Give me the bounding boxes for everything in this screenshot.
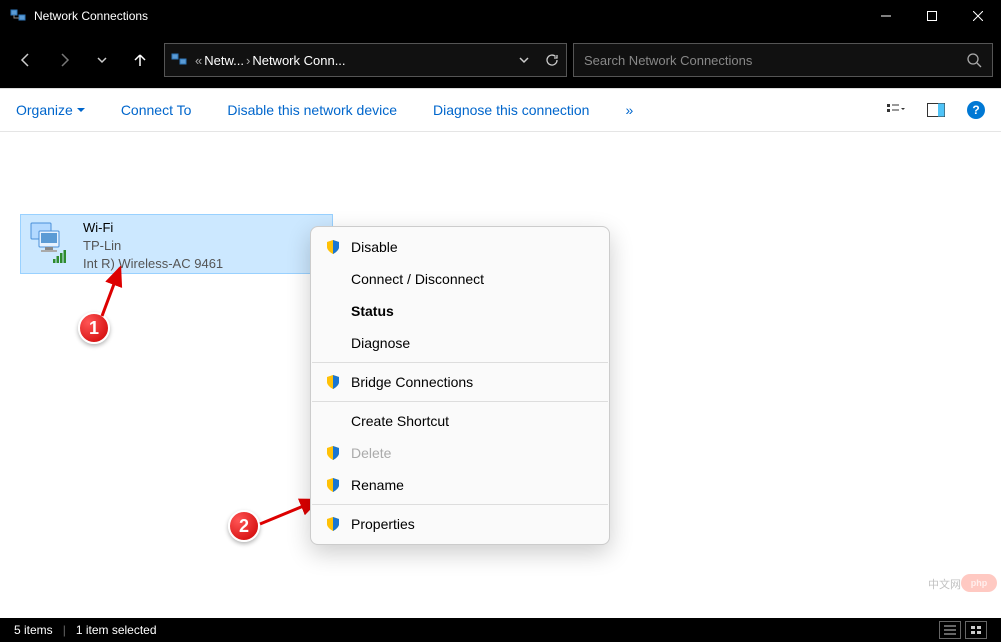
menu-create-shortcut[interactable]: Create Shortcut [311, 405, 609, 437]
menu-diagnose[interactable]: Diagnose [311, 327, 609, 359]
minimize-button[interactable] [863, 0, 909, 32]
menu-label: Disable [351, 239, 398, 255]
breadcrumb-seg2[interactable]: Network Conn... [252, 53, 345, 68]
status-separator: | [63, 623, 66, 637]
more-commands-button[interactable]: » [625, 102, 633, 118]
search-box[interactable] [573, 43, 993, 77]
toolbar-label: Organize [16, 102, 73, 118]
menu-bridge[interactable]: Bridge Connections [311, 366, 609, 398]
shield-icon [325, 239, 341, 255]
content-area: Wi-Fi TP-Lin Int R) Wireless-AC 9461 1 2… [0, 132, 1001, 618]
wifi-adapter-item[interactable]: Wi-Fi TP-Lin Int R) Wireless-AC 9461 [20, 214, 333, 274]
title-bar: Network Connections [0, 0, 1001, 32]
up-button[interactable] [122, 42, 158, 78]
search-icon[interactable] [966, 52, 982, 68]
menu-label: Diagnose [351, 335, 410, 351]
search-input[interactable] [584, 53, 966, 68]
menu-properties[interactable]: Properties [311, 508, 609, 540]
menu-connect-disconnect[interactable]: Connect / Disconnect [311, 263, 609, 295]
menu-label: Create Shortcut [351, 413, 449, 429]
toolbar-label: Diagnose this connection [433, 102, 589, 118]
shield-icon [325, 516, 341, 532]
forward-button[interactable] [46, 42, 82, 78]
view-options-icon[interactable] [887, 103, 905, 117]
menu-label: Bridge Connections [351, 374, 473, 390]
disable-device-button[interactable]: Disable this network device [227, 102, 397, 118]
toolbar-label: Disable this network device [227, 102, 397, 118]
preview-pane-icon[interactable] [927, 103, 945, 117]
menu-label: Status [351, 303, 394, 319]
menu-label: Delete [351, 445, 391, 461]
details-view-button[interactable] [939, 621, 961, 639]
navigation-bar: « Netw... › Network Conn... [0, 32, 1001, 88]
window-title: Network Connections [34, 9, 863, 23]
menu-separator [312, 362, 608, 363]
diagnose-button[interactable]: Diagnose this connection [433, 102, 589, 118]
organize-button[interactable]: Organize [16, 102, 85, 118]
network-connections-icon [10, 8, 26, 24]
icons-view-button[interactable] [965, 621, 987, 639]
connect-to-button[interactable]: Connect To [121, 102, 192, 118]
shield-icon [325, 374, 341, 390]
command-bar: Organize Connect To Disable this network… [0, 88, 1001, 132]
menu-disable[interactable]: Disable [311, 231, 609, 263]
shield-icon [325, 445, 341, 461]
status-bar: 5 items | 1 item selected [0, 618, 1001, 642]
menu-label: Properties [351, 516, 415, 532]
toolbar-label: Connect To [121, 102, 192, 118]
status-selected-count: 1 item selected [76, 623, 157, 637]
adapter-icon [27, 219, 75, 267]
location-icon [171, 52, 187, 68]
maximize-button[interactable] [909, 0, 955, 32]
status-item-count: 5 items [14, 623, 53, 637]
shield-icon [325, 477, 341, 493]
php-watermark: php [961, 574, 997, 592]
menu-separator [312, 401, 608, 402]
address-bar[interactable]: « Netw... › Network Conn... [164, 43, 567, 77]
menu-rename[interactable]: Rename [311, 469, 609, 501]
chevron-right-icon: › [246, 53, 250, 68]
menu-status[interactable]: Status [311, 295, 609, 327]
annotation-arrow-1 [96, 260, 136, 320]
context-menu: Disable Connect / Disconnect Status Diag… [310, 226, 610, 545]
menu-label: Connect / Disconnect [351, 271, 484, 287]
breadcrumb-prefix: « [195, 53, 202, 68]
menu-label: Rename [351, 477, 404, 493]
watermark-text: 中文网 [928, 576, 961, 592]
breadcrumb-seg1[interactable]: Netw... [204, 53, 244, 68]
adapter-name: Wi-Fi [83, 219, 223, 237]
help-icon[interactable]: ? [967, 101, 985, 119]
back-button[interactable] [8, 42, 44, 78]
dropdown-arrow-icon [77, 106, 85, 114]
recent-dropdown[interactable] [84, 42, 120, 78]
menu-delete: Delete [311, 437, 609, 469]
refresh-icon[interactable] [544, 52, 560, 68]
chevron-down-icon[interactable] [518, 54, 530, 66]
menu-separator [312, 504, 608, 505]
close-button[interactable] [955, 0, 1001, 32]
adapter-network: TP-Lin [83, 237, 223, 255]
